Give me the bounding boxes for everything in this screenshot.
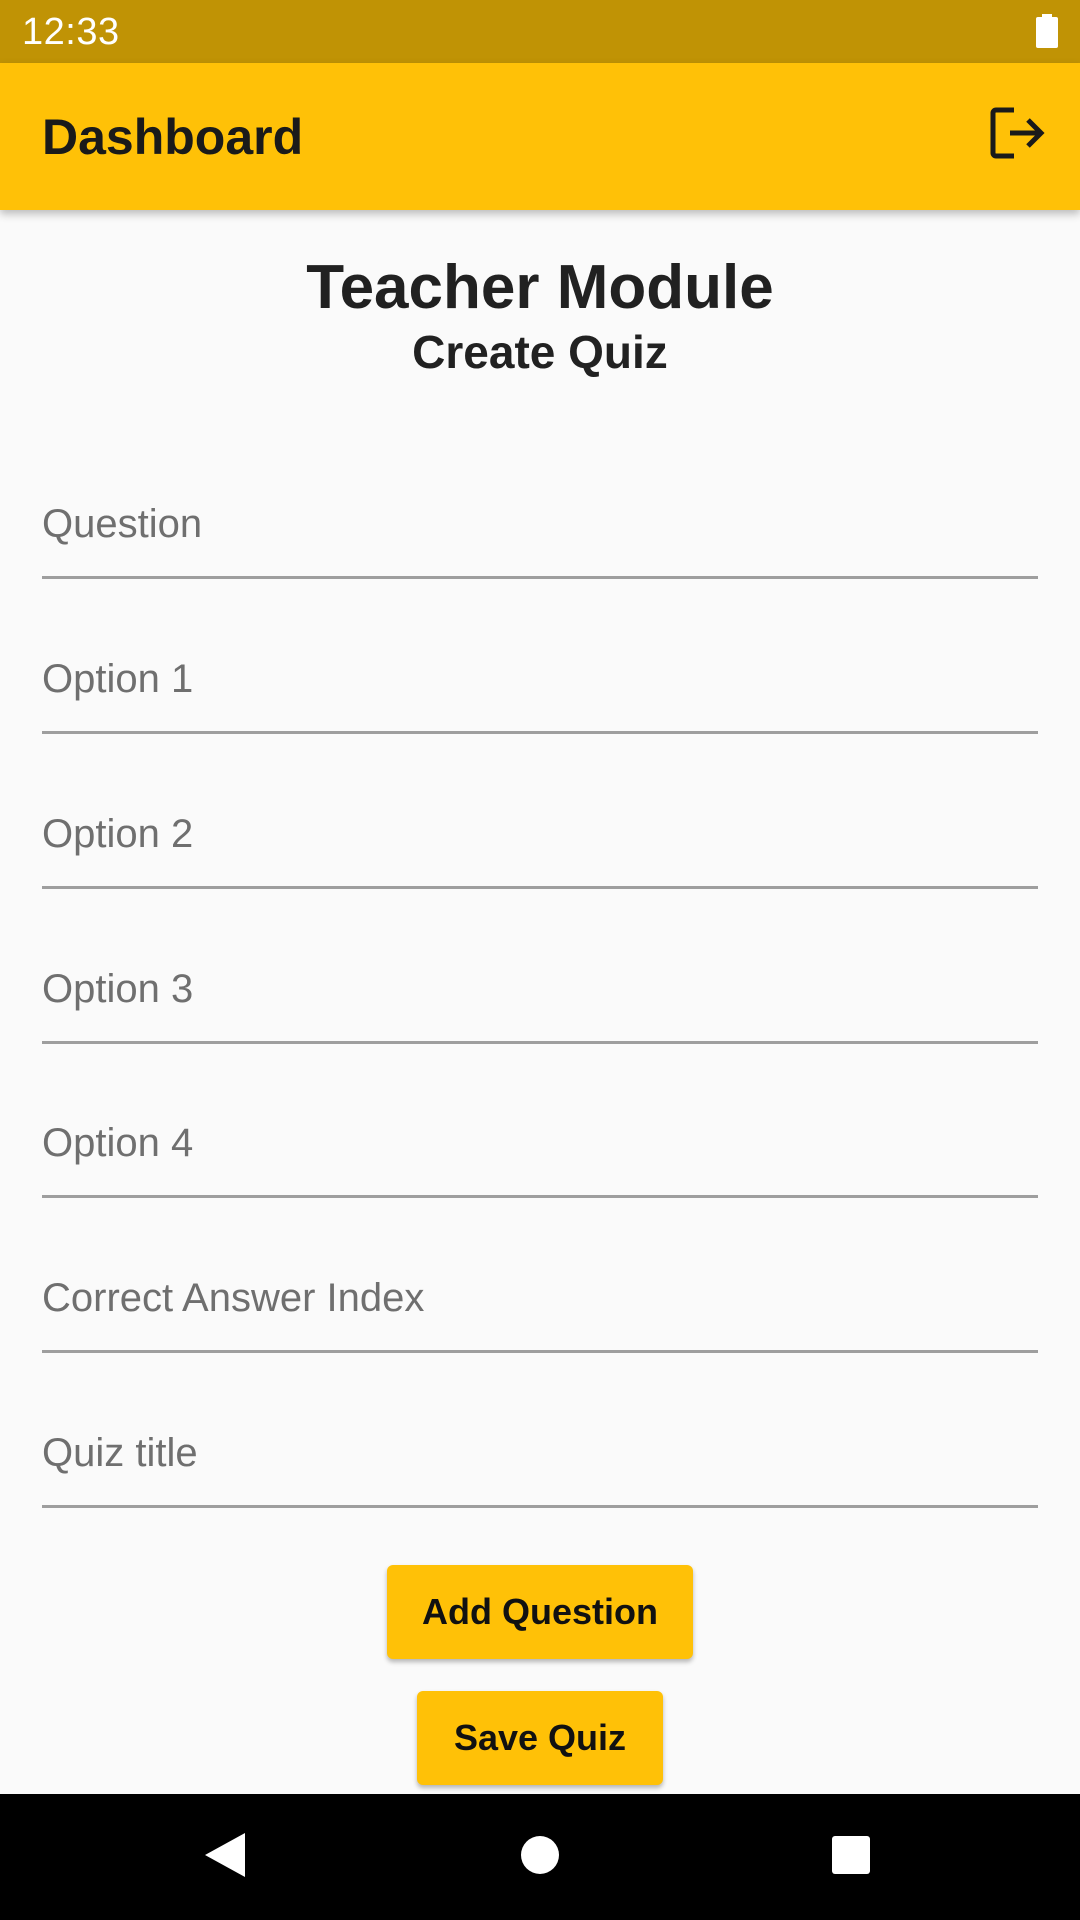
option-4-input[interactable]	[42, 1068, 1038, 1194]
option-2-field[interactable]	[42, 759, 1038, 889]
question-field[interactable]	[42, 449, 1038, 579]
app-bar: Dashboard	[0, 63, 1080, 210]
nav-recents-button[interactable]	[821, 1827, 881, 1887]
field-underline	[42, 886, 1038, 889]
field-underline	[42, 1505, 1038, 1508]
nav-back-button[interactable]	[195, 1827, 255, 1887]
page-title: Teacher Module	[306, 253, 774, 322]
screen: 12:33 Dashboard Teacher Module Create Qu…	[0, 0, 1080, 1920]
question-input[interactable]	[42, 449, 1038, 575]
option-1-input[interactable]	[42, 604, 1038, 730]
logout-button[interactable]	[986, 103, 1050, 167]
system-nav-bar	[0, 1794, 1080, 1920]
home-circle-icon	[520, 1835, 560, 1880]
logout-icon	[990, 106, 1046, 165]
field-underline	[42, 731, 1038, 734]
field-underline	[42, 1041, 1038, 1044]
app-bar-title: Dashboard	[42, 109, 304, 165]
correct-answer-index-input[interactable]	[42, 1223, 1038, 1349]
option-3-input[interactable]	[42, 914, 1038, 1040]
option-4-field[interactable]	[42, 1068, 1038, 1198]
add-question-button[interactable]: Add Question	[387, 1565, 693, 1659]
field-underline	[42, 576, 1038, 579]
correct-answer-index-field[interactable]	[42, 1223, 1038, 1353]
quiz-title-field[interactable]	[42, 1378, 1038, 1508]
option-1-field[interactable]	[42, 604, 1038, 734]
save-quiz-button[interactable]: Save Quiz	[417, 1691, 663, 1785]
battery-full-icon	[1036, 14, 1058, 48]
field-underline	[42, 1350, 1038, 1353]
page-subtitle: Create Quiz	[412, 326, 668, 378]
quiz-title-input[interactable]	[42, 1378, 1038, 1504]
status-bar: 12:33	[0, 0, 1080, 63]
status-time: 12:33	[22, 11, 120, 53]
field-underline	[42, 1195, 1038, 1198]
nav-home-button[interactable]	[510, 1827, 570, 1887]
option-3-field[interactable]	[42, 914, 1038, 1044]
option-2-input[interactable]	[42, 759, 1038, 885]
back-triangle-icon	[203, 1831, 247, 1884]
recents-square-icon	[831, 1835, 871, 1880]
